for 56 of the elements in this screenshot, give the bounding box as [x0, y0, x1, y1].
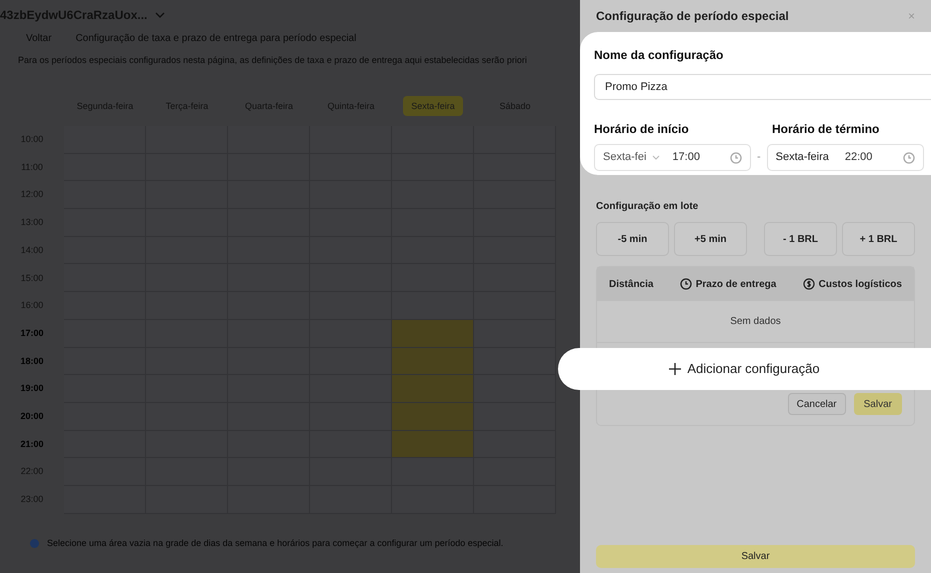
selected-slot[interactable]	[392, 348, 474, 376]
hour-label: 20:00	[20, 410, 44, 423]
dollar-icon	[802, 278, 815, 290]
selected-slot[interactable]	[392, 402, 474, 431]
grid-cell[interactable]	[310, 402, 392, 431]
grid-cell[interactable]	[474, 292, 556, 320]
add-config-button[interactable]: Adicionar configuração	[558, 348, 931, 390]
cancel-button[interactable]: Cancelar	[788, 393, 846, 415]
info-message: Selecione uma área vazia na grade de dias da semana e horários para começar a configurar um período especial.	[47, 536, 504, 550]
grid-cell[interactable]	[310, 320, 392, 348]
column-header: Distância	[609, 278, 654, 292]
footer-save-button[interactable]: Salvar	[596, 545, 915, 568]
grid-cell[interactable]	[310, 458, 392, 486]
batch-button[interactable]: + 1 BRL	[842, 222, 915, 256]
column-header: Prazo de entrega	[680, 276, 776, 292]
grid-cell[interactable]	[474, 430, 556, 458]
grid-cell[interactable]	[392, 458, 474, 486]
hour-label: 21:00	[20, 438, 44, 451]
batch-button[interactable]: +5 min	[674, 222, 747, 256]
grid-cell[interactable]	[310, 375, 392, 403]
grid-cell[interactable]	[310, 348, 392, 376]
hour-label: 18:00	[20, 354, 44, 368]
save-button[interactable]: Salvar	[854, 393, 902, 415]
chevron-down-icon[interactable]	[155, 12, 166, 18]
batch-button[interactable]: - 1 BRL	[764, 222, 837, 256]
column-header: Custos logísticos	[802, 276, 902, 292]
start-time-label: Horário de início	[594, 121, 690, 138]
grid-cell[interactable]	[310, 430, 392, 458]
grid-cell[interactable]	[392, 292, 474, 320]
empty-state: Sem dados	[730, 315, 781, 329]
plus-icon	[669, 363, 682, 375]
end-time-label: Horário de término	[772, 121, 880, 138]
hour-label: 17:00	[20, 326, 44, 340]
grid-cell[interactable]	[474, 458, 556, 486]
panel-title: Configuração de período especial	[596, 8, 789, 25]
grid-cell[interactable]	[474, 348, 556, 376]
selected-slot[interactable]	[392, 375, 474, 403]
batch-label: Configuração em lote	[596, 200, 700, 214]
grid-cell[interactable]	[474, 320, 556, 348]
end-time-field[interactable]: Sexta-feira 22:00	[766, 144, 924, 171]
selected-slot[interactable]	[392, 430, 474, 458]
start-time-field[interactable]: Sexta-fei 17:00	[594, 144, 751, 171]
info-icon	[30, 538, 39, 548]
stopwatch-icon	[680, 278, 692, 290]
grid-cell[interactable]	[474, 402, 556, 431]
grid-cell[interactable]	[474, 375, 556, 403]
selected-slot[interactable]	[392, 320, 474, 348]
chevron-down-icon	[652, 155, 660, 160]
grid-cell[interactable]	[310, 292, 392, 320]
hour-label: 19:00	[20, 382, 44, 396]
name-field[interactable]: Promo Pizza	[594, 74, 931, 100]
clock-icon	[730, 152, 742, 164]
name-label: Nome da configuração	[594, 47, 724, 64]
range-separator: -	[757, 150, 761, 166]
clock-icon	[902, 152, 915, 164]
batch-button[interactable]: -5 min	[596, 222, 669, 256]
